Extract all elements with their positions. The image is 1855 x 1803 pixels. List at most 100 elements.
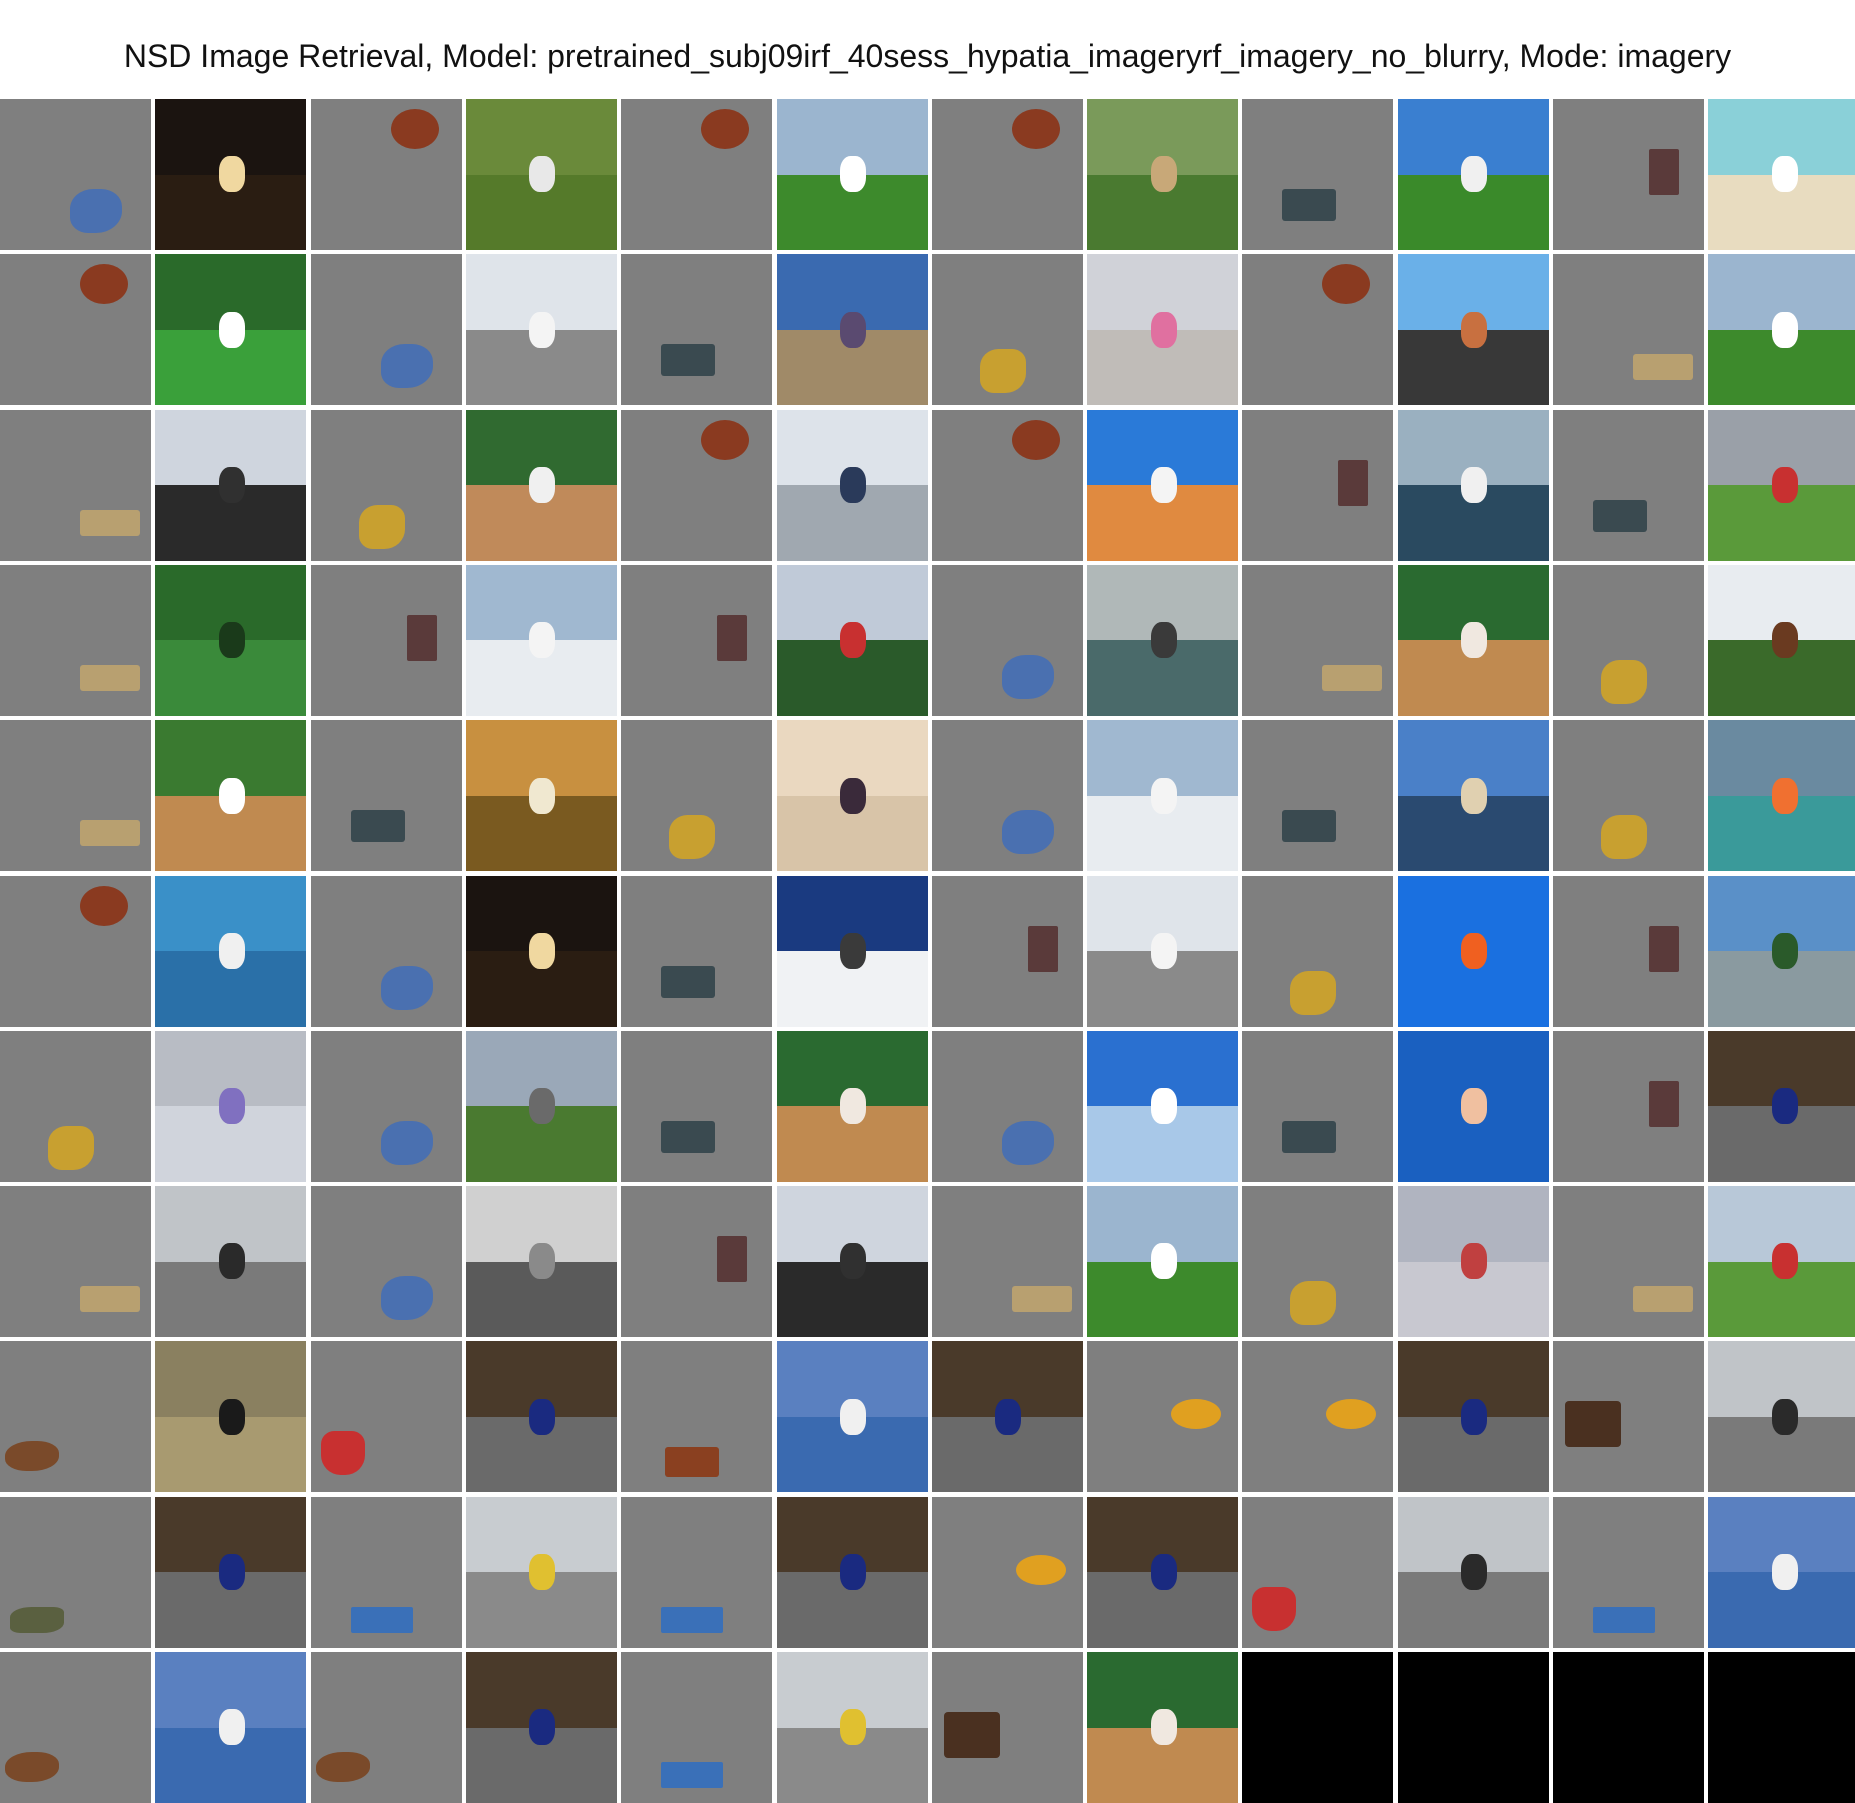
retrieved-image-baseball-suzuki: [155, 565, 306, 716]
stimulus-image-gold-dragon: [1242, 1186, 1393, 1337]
retrieved-image-lacrosse-feet: [155, 254, 306, 405]
retrieved-image-baseball-catcher: [777, 1031, 928, 1182]
stimulus-image-dark-building: [1553, 99, 1704, 250]
stimulus-object: [1171, 1399, 1221, 1429]
image-subject: [1772, 1088, 1798, 1124]
stimulus-object: [80, 264, 128, 304]
stimulus-image-gold-dragon: [0, 1031, 151, 1182]
stimulus-image-crowd-photo: [311, 720, 462, 871]
image-subject: [1151, 1088, 1177, 1124]
retrieved-image-flag-statue: [155, 410, 306, 561]
image-subject: [840, 1709, 866, 1745]
stimulus-image-dark-building: [932, 876, 1083, 1027]
stimulus-object: [80, 820, 140, 846]
image-subject: [1461, 622, 1487, 658]
image-subject: [840, 467, 866, 503]
image-subject: [1772, 467, 1798, 503]
image-subject: [840, 312, 866, 348]
stimulus-image-blue-sky-strip: [311, 1497, 462, 1648]
retrieved-image-skateboard-ramp: [1398, 254, 1549, 405]
image-subject: [1772, 312, 1798, 348]
retrieved-image-skate-bowl-rider: [466, 1497, 617, 1648]
stimulus-object: [381, 966, 433, 1010]
retrieved-image-snow-mountain-lake: [1708, 1497, 1855, 1648]
stimulus-image-smiling-people: [932, 1652, 1083, 1803]
image-subject: [219, 312, 245, 348]
stimulus-object: [1649, 1081, 1679, 1127]
stimulus-object: [1633, 354, 1693, 380]
retrieved-image-banana-bowl: [466, 1652, 617, 1803]
stimulus-object: [717, 615, 747, 661]
stimulus-image-baby-face: [311, 99, 462, 250]
image-subject: [219, 1243, 245, 1279]
stimulus-object: [1601, 660, 1647, 704]
stimulus-object: [661, 966, 715, 998]
stimulus-object: [669, 815, 715, 859]
stimulus-object: [1282, 1121, 1336, 1153]
retrieved-image-baseball-catcher: [1398, 565, 1549, 716]
stimulus-object: [70, 189, 122, 233]
stimulus-object: [1282, 810, 1336, 842]
image-subject: [840, 933, 866, 969]
image-subject: [529, 312, 555, 348]
retrieved-image-small-airplane: [466, 254, 617, 405]
image-subject: [219, 933, 245, 969]
stimulus-image-crowd-photo: [1242, 99, 1393, 250]
stimulus-image-red-garment: [311, 1341, 462, 1492]
stimulus-object: [661, 1121, 715, 1153]
image-subject: [219, 156, 245, 192]
retrieved-image-skateboard-jump: [1087, 410, 1238, 561]
stimulus-object: [48, 1126, 94, 1170]
retrieved-image-lighthouse-boat: [1398, 410, 1549, 561]
stimulus-object: [321, 1431, 365, 1475]
retrieved-image-snow-skier: [777, 876, 928, 1027]
stimulus-object: [980, 349, 1026, 393]
stimulus-image-crowd-photo: [1242, 720, 1393, 871]
stimulus-object: [351, 1607, 413, 1633]
stimulus-object: [80, 665, 140, 691]
stimulus-object: [1593, 500, 1647, 532]
stimulus-image-blue-blob: [311, 1186, 462, 1337]
image-subject: [1151, 778, 1177, 814]
image-subject: [219, 1088, 245, 1124]
stimulus-image-yellow-pieces: [1087, 1341, 1238, 1492]
stimulus-image-blue-sky-strip: [1553, 1497, 1704, 1648]
stimulus-object: [1326, 1399, 1376, 1429]
image-subject: [840, 1243, 866, 1279]
retrieved-image-clock-tower: [466, 1186, 617, 1337]
stimulus-image-crowd-photo: [1553, 410, 1704, 561]
stimulus-object: [1601, 815, 1647, 859]
retrieved-image-jet-blue-sky: [1087, 1031, 1238, 1182]
stimulus-object: [5, 1441, 59, 1471]
retrieved-image-kite-flying: [1087, 254, 1238, 405]
image-subject: [529, 1243, 555, 1279]
image-subject: [1772, 778, 1798, 814]
retrieved-image-seaplane-clouds: [466, 565, 617, 716]
stimulus-image-red-garment: [1242, 1497, 1393, 1648]
stimulus-image-baby-face: [621, 410, 772, 561]
stimulus-object: [1028, 926, 1058, 972]
image-subject: [995, 1399, 1021, 1435]
stimulus-image-walrus: [311, 1652, 462, 1803]
stimulus-object: [1338, 460, 1368, 506]
stimulus-object: [80, 886, 128, 926]
stimulus-image-blue-blob: [932, 720, 1083, 871]
retrieved-image-snow-mountain-lake: [777, 1341, 928, 1492]
stimulus-object: [661, 1607, 723, 1633]
stimulus-image-crocodile: [0, 1497, 151, 1648]
retrieved-image-skatepark-bowl: [777, 254, 928, 405]
stimulus-object: [80, 1286, 140, 1312]
stimulus-image-blue-sky-strip: [621, 1652, 772, 1803]
stimulus-object: [1649, 926, 1679, 972]
image-subject: [529, 467, 555, 503]
stimulus-object: [381, 1276, 433, 1320]
stimulus-image-blue-blob: [311, 254, 462, 405]
image-subject: [1151, 1709, 1177, 1745]
stimulus-object: [1252, 1587, 1296, 1631]
stimulus-object: [1016, 1555, 1066, 1585]
retrieved-image-pony-waterfall: [1087, 99, 1238, 250]
stimulus-object: [1593, 1607, 1655, 1633]
image-subject: [1151, 156, 1177, 192]
image-subject: [529, 778, 555, 814]
stimulus-object: [359, 505, 405, 549]
